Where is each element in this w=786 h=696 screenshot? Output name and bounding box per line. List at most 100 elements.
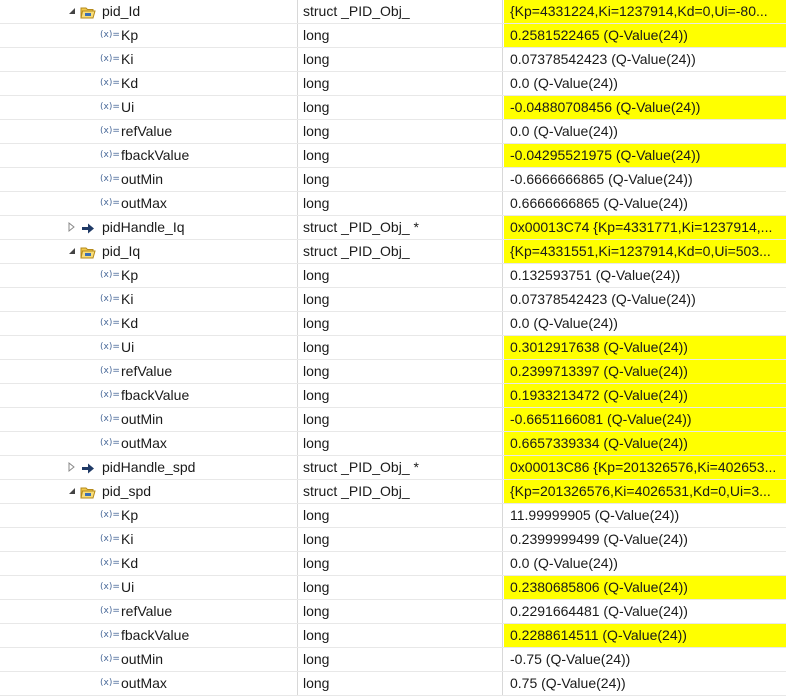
name-cell: (x)= outMin bbox=[0, 168, 298, 191]
collapse-arrow-icon[interactable] bbox=[66, 456, 78, 478]
variable-icon: (x)= bbox=[100, 318, 120, 328]
type-cell: long bbox=[298, 504, 503, 527]
variable-name: outMin bbox=[121, 651, 164, 667]
variable-icon: (x)= bbox=[100, 198, 120, 208]
expand-arrow-icon[interactable] bbox=[66, 0, 78, 22]
name-cell: (x)= outMax bbox=[0, 432, 298, 455]
tree-row[interactable]: (x)= Kp long 0.132593751 (Q-Value(24)) bbox=[0, 264, 786, 288]
tree-row[interactable]: (x)= fbackValue long 0.2288614511 (Q-Value(… bbox=[0, 624, 786, 648]
value-cell-changed[interactable]: 0.2380685806 (Q-Value(24)) bbox=[504, 576, 786, 599]
tree-row[interactable]: (x)= Ki long 0.07378542423 (Q-Value(24)) bbox=[0, 48, 786, 72]
value-cell-changed[interactable]: {Kp=4331551,Ki=1237914,Kd=0,Ui=503... bbox=[504, 240, 786, 263]
value-cell-changed[interactable]: {Kp=4331224,Ki=1237914,Kd=0,Ui=-80... bbox=[504, 0, 786, 23]
variable-name: refValue bbox=[121, 123, 173, 139]
type-cell: long bbox=[298, 360, 503, 383]
tree-row[interactable]: pidHandle_spd struct _PID_Obj_ * 0x00013C8… bbox=[0, 456, 786, 480]
collapse-arrow-icon[interactable] bbox=[66, 216, 78, 238]
type-cell: long bbox=[298, 432, 503, 455]
value-cell[interactable]: 0.2291664481 (Q-Value(24)) bbox=[504, 600, 786, 623]
tree-row[interactable]: (x)= Ki long 0.07378542423 (Q-Value(24)) bbox=[0, 288, 786, 312]
variable-icon: (x)= bbox=[100, 294, 120, 304]
value-cell[interactable]: -0.6666666865 (Q-Value(24)) bbox=[504, 168, 786, 191]
value-cell[interactable]: 0.6666666865 (Q-Value(24)) bbox=[504, 192, 786, 215]
value-cell[interactable]: 0.132593751 (Q-Value(24)) bbox=[504, 264, 786, 287]
value-cell-changed[interactable]: 0.3012917638 (Q-Value(24)) bbox=[504, 336, 786, 359]
tree-row[interactable]: (x)= Ui long 0.3012917638 (Q-Value(24)) bbox=[0, 336, 786, 360]
variable-name: Ki bbox=[121, 51, 134, 67]
expand-arrow-icon[interactable] bbox=[66, 240, 78, 262]
tree-row[interactable]: (x)= Ui long 0.2380685806 (Q-Value(24)) bbox=[0, 576, 786, 600]
value-cell[interactable]: 0.07378542423 (Q-Value(24)) bbox=[504, 288, 786, 311]
value-cell[interactable]: 0.75 (Q-Value(24)) bbox=[504, 672, 786, 695]
variables-tree: pid_Id struct _PID_Obj_ {Kp=4331224,Ki=123… bbox=[0, 0, 786, 696]
name-cell: pidHandle_spd bbox=[0, 456, 298, 479]
value-cell[interactable]: 0.0 (Q-Value(24)) bbox=[504, 72, 786, 95]
name-cell: (x)= fbackValue bbox=[0, 624, 298, 647]
tree-row[interactable]: (x)= outMin long -0.75 (Q-Value(24)) bbox=[0, 648, 786, 672]
value-cell[interactable]: 0.0 (Q-Value(24)) bbox=[504, 120, 786, 143]
value-cell-changed[interactable]: -0.04880708456 (Q-Value(24)) bbox=[504, 96, 786, 119]
name-cell: (x)= Kd bbox=[0, 552, 298, 575]
tree-row[interactable]: (x)= refValue long 0.2399713397 (Q-Value(24… bbox=[0, 360, 786, 384]
tree-row[interactable]: (x)= refValue long 0.0 (Q-Value(24)) bbox=[0, 120, 786, 144]
value-cell-changed[interactable]: 0.1933213472 (Q-Value(24)) bbox=[504, 384, 786, 407]
value-cell-changed[interactable]: 0.6657339334 (Q-Value(24)) bbox=[504, 432, 786, 455]
value-cell-changed[interactable]: {Kp=201326576,Ki=4026531,Kd=0,Ui=3... bbox=[504, 480, 786, 503]
value-cell-changed[interactable]: -0.6651166081 (Q-Value(24)) bbox=[504, 408, 786, 431]
type-cell: struct _PID_Obj_ * bbox=[298, 456, 503, 479]
variable-name: Kd bbox=[121, 555, 139, 571]
value-cell-changed[interactable]: 0.2288614511 (Q-Value(24)) bbox=[504, 624, 786, 647]
tree-row[interactable]: (x)= outMin long -0.6651166081 (Q-Value(24)… bbox=[0, 408, 786, 432]
variable-name: outMax bbox=[121, 675, 167, 691]
value-cell[interactable]: 11.99999905 (Q-Value(24)) bbox=[504, 504, 786, 527]
type-cell: long bbox=[298, 144, 503, 167]
value-cell[interactable]: -0.75 (Q-Value(24)) bbox=[504, 648, 786, 671]
value-cell[interactable]: 0.2399999499 (Q-Value(24)) bbox=[504, 528, 786, 551]
variable-name: Kp bbox=[121, 507, 139, 523]
tree-row[interactable]: (x)= Ki long 0.2399999499 (Q-Value(24)) bbox=[0, 528, 786, 552]
tree-row[interactable]: (x)= Kd long 0.0 (Q-Value(24)) bbox=[0, 312, 786, 336]
name-cell: (x)= outMax bbox=[0, 192, 298, 215]
struct-icon bbox=[80, 4, 96, 19]
variable-name: Ui bbox=[121, 579, 135, 595]
value-cell[interactable]: 0.0 (Q-Value(24)) bbox=[504, 312, 786, 335]
tree-row[interactable]: (x)= outMin long -0.6666666865 (Q-Value(24)… bbox=[0, 168, 786, 192]
value-cell-changed[interactable]: 0x00013C74 {Kp=4331771,Ki=1237914,... bbox=[504, 216, 786, 239]
struct-icon bbox=[80, 484, 96, 499]
type-cell: long bbox=[298, 672, 503, 695]
variable-name: pidHandle_Iq bbox=[102, 219, 185, 235]
name-cell: (x)= refValue bbox=[0, 600, 298, 623]
value-cell-changed[interactable]: 0.2399713397 (Q-Value(24)) bbox=[504, 360, 786, 383]
tree-row[interactable]: (x)= refValue long 0.2291664481 (Q-Value(24… bbox=[0, 600, 786, 624]
tree-row[interactable]: (x)= outMax long 0.6657339334 (Q-Value(24)) bbox=[0, 432, 786, 456]
tree-row[interactable]: (x)= Kp long 11.99999905 (Q-Value(24)) bbox=[0, 504, 786, 528]
type-cell: long bbox=[298, 408, 503, 431]
tree-row[interactable]: (x)= fbackValue long -0.04295521975 (Q-Valu… bbox=[0, 144, 786, 168]
tree-row[interactable]: (x)= outMax long 0.6666666865 (Q-Value(24)) bbox=[0, 192, 786, 216]
tree-row[interactable]: pid_Iq struct _PID_Obj_ {Kp=4331551,Ki=123… bbox=[0, 240, 786, 264]
tree-row[interactable]: pid_spd struct _PID_Obj_ {Kp=201326576,Ki=… bbox=[0, 480, 786, 504]
variable-icon: (x)= bbox=[100, 678, 120, 688]
name-cell: (x)= Kp bbox=[0, 264, 298, 287]
expand-arrow-icon[interactable] bbox=[66, 480, 78, 502]
tree-row[interactable]: (x)= Ui long -0.04880708456 (Q-Value(24)) bbox=[0, 96, 786, 120]
name-cell: (x)= Ki bbox=[0, 288, 298, 311]
value-cell[interactable]: 0.07378542423 (Q-Value(24)) bbox=[504, 48, 786, 71]
value-cell[interactable]: 0.0 (Q-Value(24)) bbox=[504, 552, 786, 575]
tree-row[interactable]: (x)= Kp long 0.2581522465 (Q-Value(24)) bbox=[0, 24, 786, 48]
value-cell-changed[interactable]: 0x00013C86 {Kp=201326576,Ki=402653... bbox=[504, 456, 786, 479]
variable-name: Ki bbox=[121, 291, 134, 307]
name-cell: (x)= Ui bbox=[0, 96, 298, 119]
tree-row[interactable]: (x)= Kd long 0.0 (Q-Value(24)) bbox=[0, 72, 786, 96]
tree-row[interactable]: (x)= fbackValue long 0.1933213472 (Q-Value(… bbox=[0, 384, 786, 408]
tree-row[interactable]: (x)= outMax long 0.75 (Q-Value(24)) bbox=[0, 672, 786, 696]
variable-name: outMax bbox=[121, 435, 167, 451]
name-cell: pid_Iq bbox=[0, 240, 298, 263]
value-cell-changed[interactable]: 0.2581522465 (Q-Value(24)) bbox=[504, 24, 786, 47]
value-cell-changed[interactable]: -0.04295521975 (Q-Value(24)) bbox=[504, 144, 786, 167]
variable-name: fbackValue bbox=[121, 147, 190, 163]
tree-row[interactable]: pidHandle_Iq struct _PID_Obj_ * 0x00013C74… bbox=[0, 216, 786, 240]
type-cell: long bbox=[298, 48, 503, 71]
tree-row[interactable]: pid_Id struct _PID_Obj_ {Kp=4331224,Ki=123… bbox=[0, 0, 786, 24]
tree-row[interactable]: (x)= Kd long 0.0 (Q-Value(24)) bbox=[0, 552, 786, 576]
